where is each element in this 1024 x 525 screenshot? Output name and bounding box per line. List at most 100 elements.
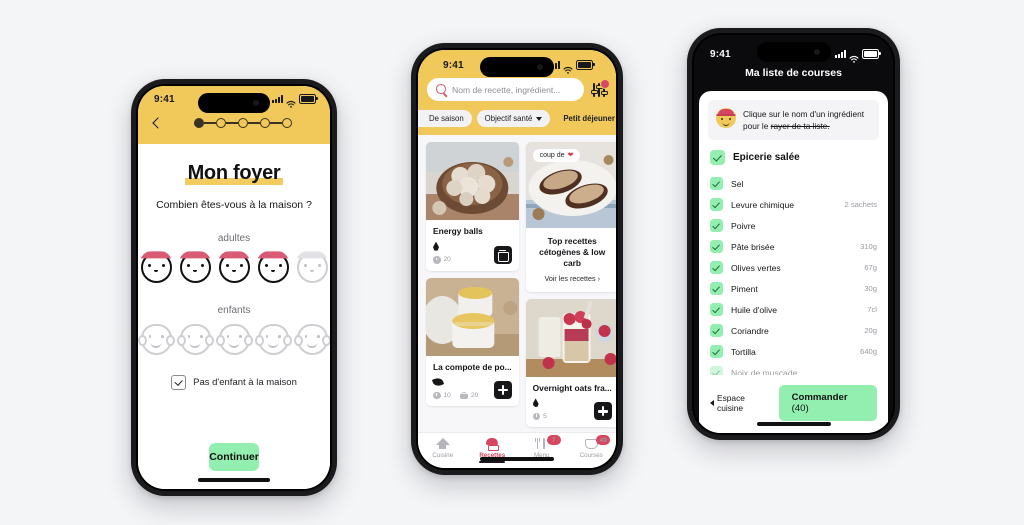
add-recipe-button[interactable] [493, 381, 512, 400]
filter-sliders-icon[interactable] [591, 78, 610, 98]
adults-selector[interactable] [139, 251, 329, 283]
tab-label: Courses [579, 452, 603, 459]
recipe-title: Overnight oats fra... [532, 382, 612, 393]
tab-courses[interactable]: Courses 49 [570, 435, 612, 459]
ingredient-name[interactable]: Poivre [731, 221, 869, 231]
filter-chip-de-saison[interactable]: De saison [418, 110, 472, 127]
promo-card[interactable]: coup de ❤ Top recettes cétogènes & low c… [525, 142, 616, 292]
adult-avatar-1[interactable] [139, 251, 173, 283]
ingredient-check-icon[interactable] [710, 366, 723, 375]
stepper-dot-1[interactable] [194, 118, 204, 128]
ingredient-check-icon[interactable] [710, 198, 723, 212]
ingredient-row[interactable]: Poivre [699, 215, 888, 236]
filter-chip-petit-d-jeuner[interactable]: Petit déjeuner [555, 110, 616, 127]
status-time: 9:41 [154, 93, 175, 105]
ingredient-check-icon[interactable] [710, 324, 723, 338]
continue-button[interactable]: Continuer [209, 443, 259, 471]
ingredient-row[interactable]: Tortilla 640g [699, 341, 888, 362]
recipe-card-compote[interactable]: La compote de po... 10 20 [426, 277, 519, 407]
recipe-card-overnight-oats[interactable]: Overnight oats fra... 5 [525, 298, 616, 428]
ingredient-row[interactable]: Huile d'olive 7cl [699, 299, 888, 320]
ingredient-row[interactable]: Coriandre 20g [699, 320, 888, 341]
ingredient-name[interactable]: Huile d'olive [731, 305, 859, 315]
dynamic-island [480, 57, 554, 77]
child-avatar-2[interactable] [176, 324, 214, 355]
ingredient-row[interactable]: Piment 30g [699, 278, 888, 299]
ingredient-row[interactable]: Pâte brisée 310g [699, 236, 888, 257]
section-header-epicerie-salee[interactable]: Epicerie salée [699, 140, 888, 173]
stepper-dot-2[interactable] [216, 118, 226, 128]
ingredient-list[interactable]: Sel Levure chimique 2 sachets Poivre Pâte br… [699, 173, 888, 375]
phone3-screen: 9:41 Ma liste de courses Clique sur le n… [694, 35, 893, 433]
ingredient-name[interactable]: Sel [731, 179, 869, 189]
status-indicators [835, 49, 881, 63]
child-avatar-5[interactable] [293, 324, 330, 355]
filter-chip-label: Objectif santé [484, 114, 533, 123]
no-children-checkbox-row[interactable]: Pas d'enfant à la maison [171, 375, 297, 390]
ingredient-name[interactable]: Coriandre [731, 326, 856, 336]
tip-strikethrough: rayer de ta liste. [770, 121, 830, 132]
ingredient-quantity: 310g [860, 242, 877, 252]
stepper-dot-4[interactable] [260, 118, 270, 128]
tab-recettes[interactable]: Recettes [471, 437, 513, 463]
child-avatar-4[interactable] [254, 324, 292, 355]
household-question: Combien êtes-vous à la maison ? [156, 199, 312, 211]
adult-avatar-2[interactable] [178, 251, 212, 283]
ingredient-check-icon[interactable] [710, 219, 723, 233]
ingredient-name[interactable]: Levure chimique [731, 200, 836, 210]
ingredient-check-icon[interactable] [710, 303, 723, 317]
ingredient-name[interactable]: Piment [731, 284, 856, 294]
ingredient-check-icon[interactable] [710, 261, 723, 275]
ingredient-name[interactable]: Tortilla [731, 347, 852, 357]
no-children-checkbox[interactable] [171, 375, 187, 390]
ingredient-row[interactable]: Noix de muscade [699, 362, 888, 375]
phone1-bezel: 9:41 Mon foyer Combien êtes-vous à la ma… [136, 84, 332, 491]
clock-icon [532, 412, 541, 421]
ingredient-row[interactable]: Levure chimique 2 sachets [699, 194, 888, 215]
order-button[interactable]: Commander (40) [778, 385, 877, 421]
adult-avatar-5[interactable] [295, 251, 329, 283]
phone3-bezel: 9:41 Ma liste de courses Clique sur le n… [692, 33, 895, 435]
filter-chip-label: Petit déjeuner [563, 114, 615, 123]
back-to-kitchen-link[interactable]: Espace cuisine [710, 393, 771, 413]
ingredient-check-icon[interactable] [710, 177, 723, 191]
stepper-dot-3[interactable] [238, 118, 248, 128]
ingredient-check-icon[interactable] [710, 282, 723, 296]
filter-chips: De saison Objectif santé Petit déjeuner [418, 110, 616, 127]
ingredient-name[interactable]: Olives vertes [731, 263, 856, 273]
add-recipe-button[interactable] [593, 402, 612, 421]
tab-cuisine[interactable]: Cuisine [422, 437, 464, 459]
chef-hat-icon [485, 437, 499, 451]
battery-icon [576, 60, 595, 70]
search-input[interactable]: Nom de recette, ingrédient... [427, 78, 584, 101]
recipe-card-energy-balls[interactable]: Energy balls 20 [426, 142, 519, 271]
cook-time-value: 20 [470, 391, 479, 399]
adult-avatar-3[interactable] [217, 251, 251, 283]
child-avatar-3[interactable] [215, 324, 253, 355]
adult-avatar-4[interactable] [256, 251, 290, 283]
section-check-icon[interactable] [710, 150, 725, 166]
filter-chip-objectif-sant-[interactable]: Objectif santé [476, 110, 551, 127]
ingredient-check-icon[interactable] [710, 240, 723, 254]
ingredient-name[interactable]: Pâte brisée [731, 242, 852, 252]
delete-recipe-button[interactable] [493, 245, 512, 264]
recipe-card-body: La compote de po... 10 20 [426, 356, 519, 407]
home-indicator [198, 478, 270, 482]
child-avatar-1[interactable] [138, 324, 175, 355]
home-indicator [480, 457, 554, 461]
tab-menu[interactable]: Menu 7 [521, 435, 563, 459]
tab-active-indicator [479, 461, 506, 463]
ingredient-name[interactable]: Noix de muscade [731, 368, 869, 375]
recipe-column-right: coup de ❤ Top recettes cétogènes & low c… [525, 142, 616, 428]
back-chevron-icon[interactable] [150, 116, 164, 130]
promo-link[interactable]: Voir les recettes › [534, 274, 611, 283]
stepper-dot-5[interactable] [282, 118, 292, 128]
ingredient-check-icon[interactable] [710, 345, 723, 359]
section-label: Epicerie salée [733, 152, 800, 164]
pot-icon [459, 391, 468, 399]
ingredient-row[interactable]: Olives vertes 67g [699, 257, 888, 278]
clock-icon [433, 256, 441, 264]
no-children-label: Pas d'enfant à la maison [193, 377, 297, 388]
children-selector[interactable] [138, 324, 330, 355]
ingredient-row[interactable]: Sel [699, 173, 888, 194]
